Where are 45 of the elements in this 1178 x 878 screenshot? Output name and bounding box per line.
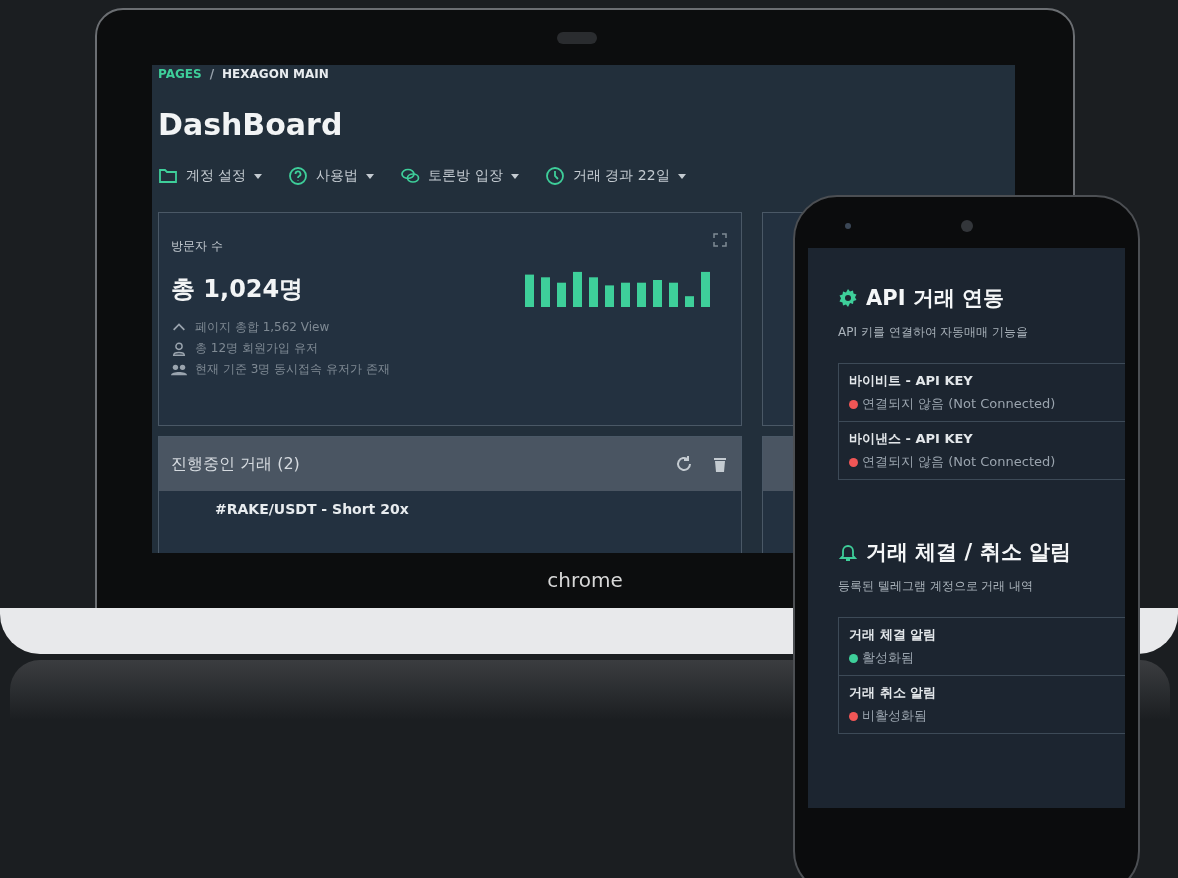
- gear-icon: [838, 288, 858, 308]
- caret-icon: [254, 173, 263, 179]
- caret-icon: [366, 173, 375, 179]
- stat-text: 페이지 총합 1,562 View: [195, 319, 330, 336]
- status-text: 활성화됨: [862, 649, 914, 667]
- menu-dropdown[interactable]: 거래 경과 22일: [544, 166, 686, 186]
- card-title: 진행중인 거래 (2): [171, 453, 301, 475]
- section-description: API 키를 연결하여 자동매매 기능을: [838, 324, 1030, 341]
- laptop-brand: chrome: [547, 568, 623, 592]
- visitor-total: 총 1,024명: [171, 274, 304, 305]
- page-title: DashBoard: [158, 107, 344, 142]
- folder-icon: [158, 166, 178, 186]
- chat-bubbles-icon: [400, 166, 421, 186]
- status-text: 연결되지 않음 (Not Connected): [862, 395, 1056, 413]
- sensor-icon: [845, 223, 851, 229]
- trash-icon[interactable]: [711, 455, 729, 473]
- user-icon: [171, 340, 187, 357]
- setting-name: 거래 체결 알림: [849, 626, 938, 644]
- menu-dropdown[interactable]: 토론방 입장: [400, 166, 519, 186]
- breadcrumb-current: HEXAGON MAIN: [222, 67, 329, 81]
- trade-row[interactable]: #RAKE/USDT - Short 20x: [159, 491, 741, 527]
- status-text: 비활성화됨: [862, 707, 927, 725]
- breadcrumb-link[interactable]: PAGES: [158, 67, 202, 81]
- refresh-icon[interactable]: [675, 455, 693, 473]
- setting-name: 바이비트 - API KEY: [849, 372, 974, 390]
- section-title: 거래 체결 / 취소 알림: [866, 539, 1071, 566]
- status-text: 연결되지 않음 (Not Connected): [862, 453, 1056, 471]
- caret-icon: [510, 173, 519, 179]
- setting-name: 바이낸스 - API KEY: [849, 430, 974, 448]
- setting-name: 거래 취소 알림: [849, 684, 938, 702]
- menu-dropdown[interactable]: 계정 설정: [158, 166, 263, 186]
- section-description: 등록된 텔레그램 계정으로 거래 내역: [838, 578, 1035, 595]
- stat-text: 총 12명 회원가입 유저: [195, 340, 318, 357]
- bell-icon: [838, 542, 858, 562]
- camera-icon: [961, 220, 973, 232]
- webcam-icon: [557, 32, 597, 44]
- help-icon: [288, 166, 309, 186]
- stat-text: 현재 기준 3명 동시접속 유저가 존재: [195, 361, 390, 378]
- breadcrumb-separator: /: [209, 67, 215, 81]
- clock-icon: [544, 166, 565, 186]
- card-title: 방문자 수: [171, 238, 223, 255]
- caret-icon: [677, 173, 686, 179]
- menu-dropdown[interactable]: 사용법: [288, 166, 375, 186]
- fullscreen-icon[interactable]: [713, 233, 727, 247]
- section-title: API 거래 연동: [866, 285, 1005, 312]
